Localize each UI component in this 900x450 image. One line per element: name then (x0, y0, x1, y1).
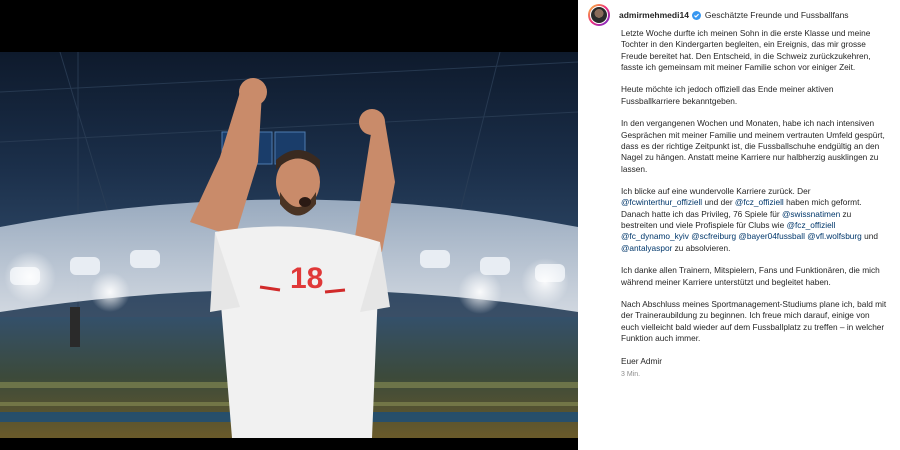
mention-link[interactable]: @vfl.wolfsburg (807, 231, 862, 241)
mention-link[interactable]: @fcwinterthur_offiziell (621, 197, 702, 207)
post-media: 18 (0, 0, 578, 450)
mention-link[interactable]: @fc_dynamo_kyiv (621, 231, 689, 241)
post-header: admirmehmedi14 Geschätzte Freunde und Fu… (588, 3, 849, 27)
mention-link[interactable]: @fcz_offiziell (787, 220, 836, 230)
post-side-panel: admirmehmedi14 Geschätzte Freunde und Fu… (578, 0, 900, 450)
caption-signature: Euer Admir (621, 355, 663, 366)
mention-link[interactable]: @swissnatimen (782, 209, 840, 219)
instagram-post: 18 admirmehmedi14 Geschätzte Freunde und… (0, 0, 900, 450)
caption-paragraph: Nach Abschluss meines Sportmanagement-St… (621, 299, 887, 344)
mention-link[interactable]: @fcz_offiziell (735, 197, 784, 207)
post-timestamp[interactable]: 3 Min. (621, 369, 887, 380)
caption-paragraph: In den vergangenen Wochen und Monaten, h… (621, 118, 885, 174)
stadium-player-image (0, 52, 578, 438)
mention-link[interactable]: @scfreiburg (691, 231, 736, 241)
caption-paragraph-mentions: Ich blicke auf eine wundervolle Karriere… (621, 186, 878, 253)
avatar[interactable] (588, 4, 610, 26)
caption-paragraph: Letzte Woche durfte ich meinen Sohn in d… (621, 28, 871, 72)
profile-picture (591, 7, 607, 23)
post-caption: Letzte Woche durfte ich meinen Sohn in d… (621, 28, 887, 380)
username[interactable]: admirmehmedi14 (619, 10, 689, 20)
mention-link[interactable]: @bayer04fussball (738, 231, 805, 241)
caption-first-line: Geschätzte Freunde und Fussballfans (704, 10, 849, 20)
caption-paragraph: Ich danke allen Trainern, Mitspielern, F… (621, 265, 880, 287)
post-photo[interactable]: 18 (0, 52, 578, 438)
caption-paragraph: Heute möchte ich jedoch offiziell das En… (621, 84, 834, 106)
jersey-number: 18 (290, 262, 324, 295)
verified-badge-icon (691, 10, 701, 20)
mention-link[interactable]: @antalyaspor (621, 243, 672, 253)
